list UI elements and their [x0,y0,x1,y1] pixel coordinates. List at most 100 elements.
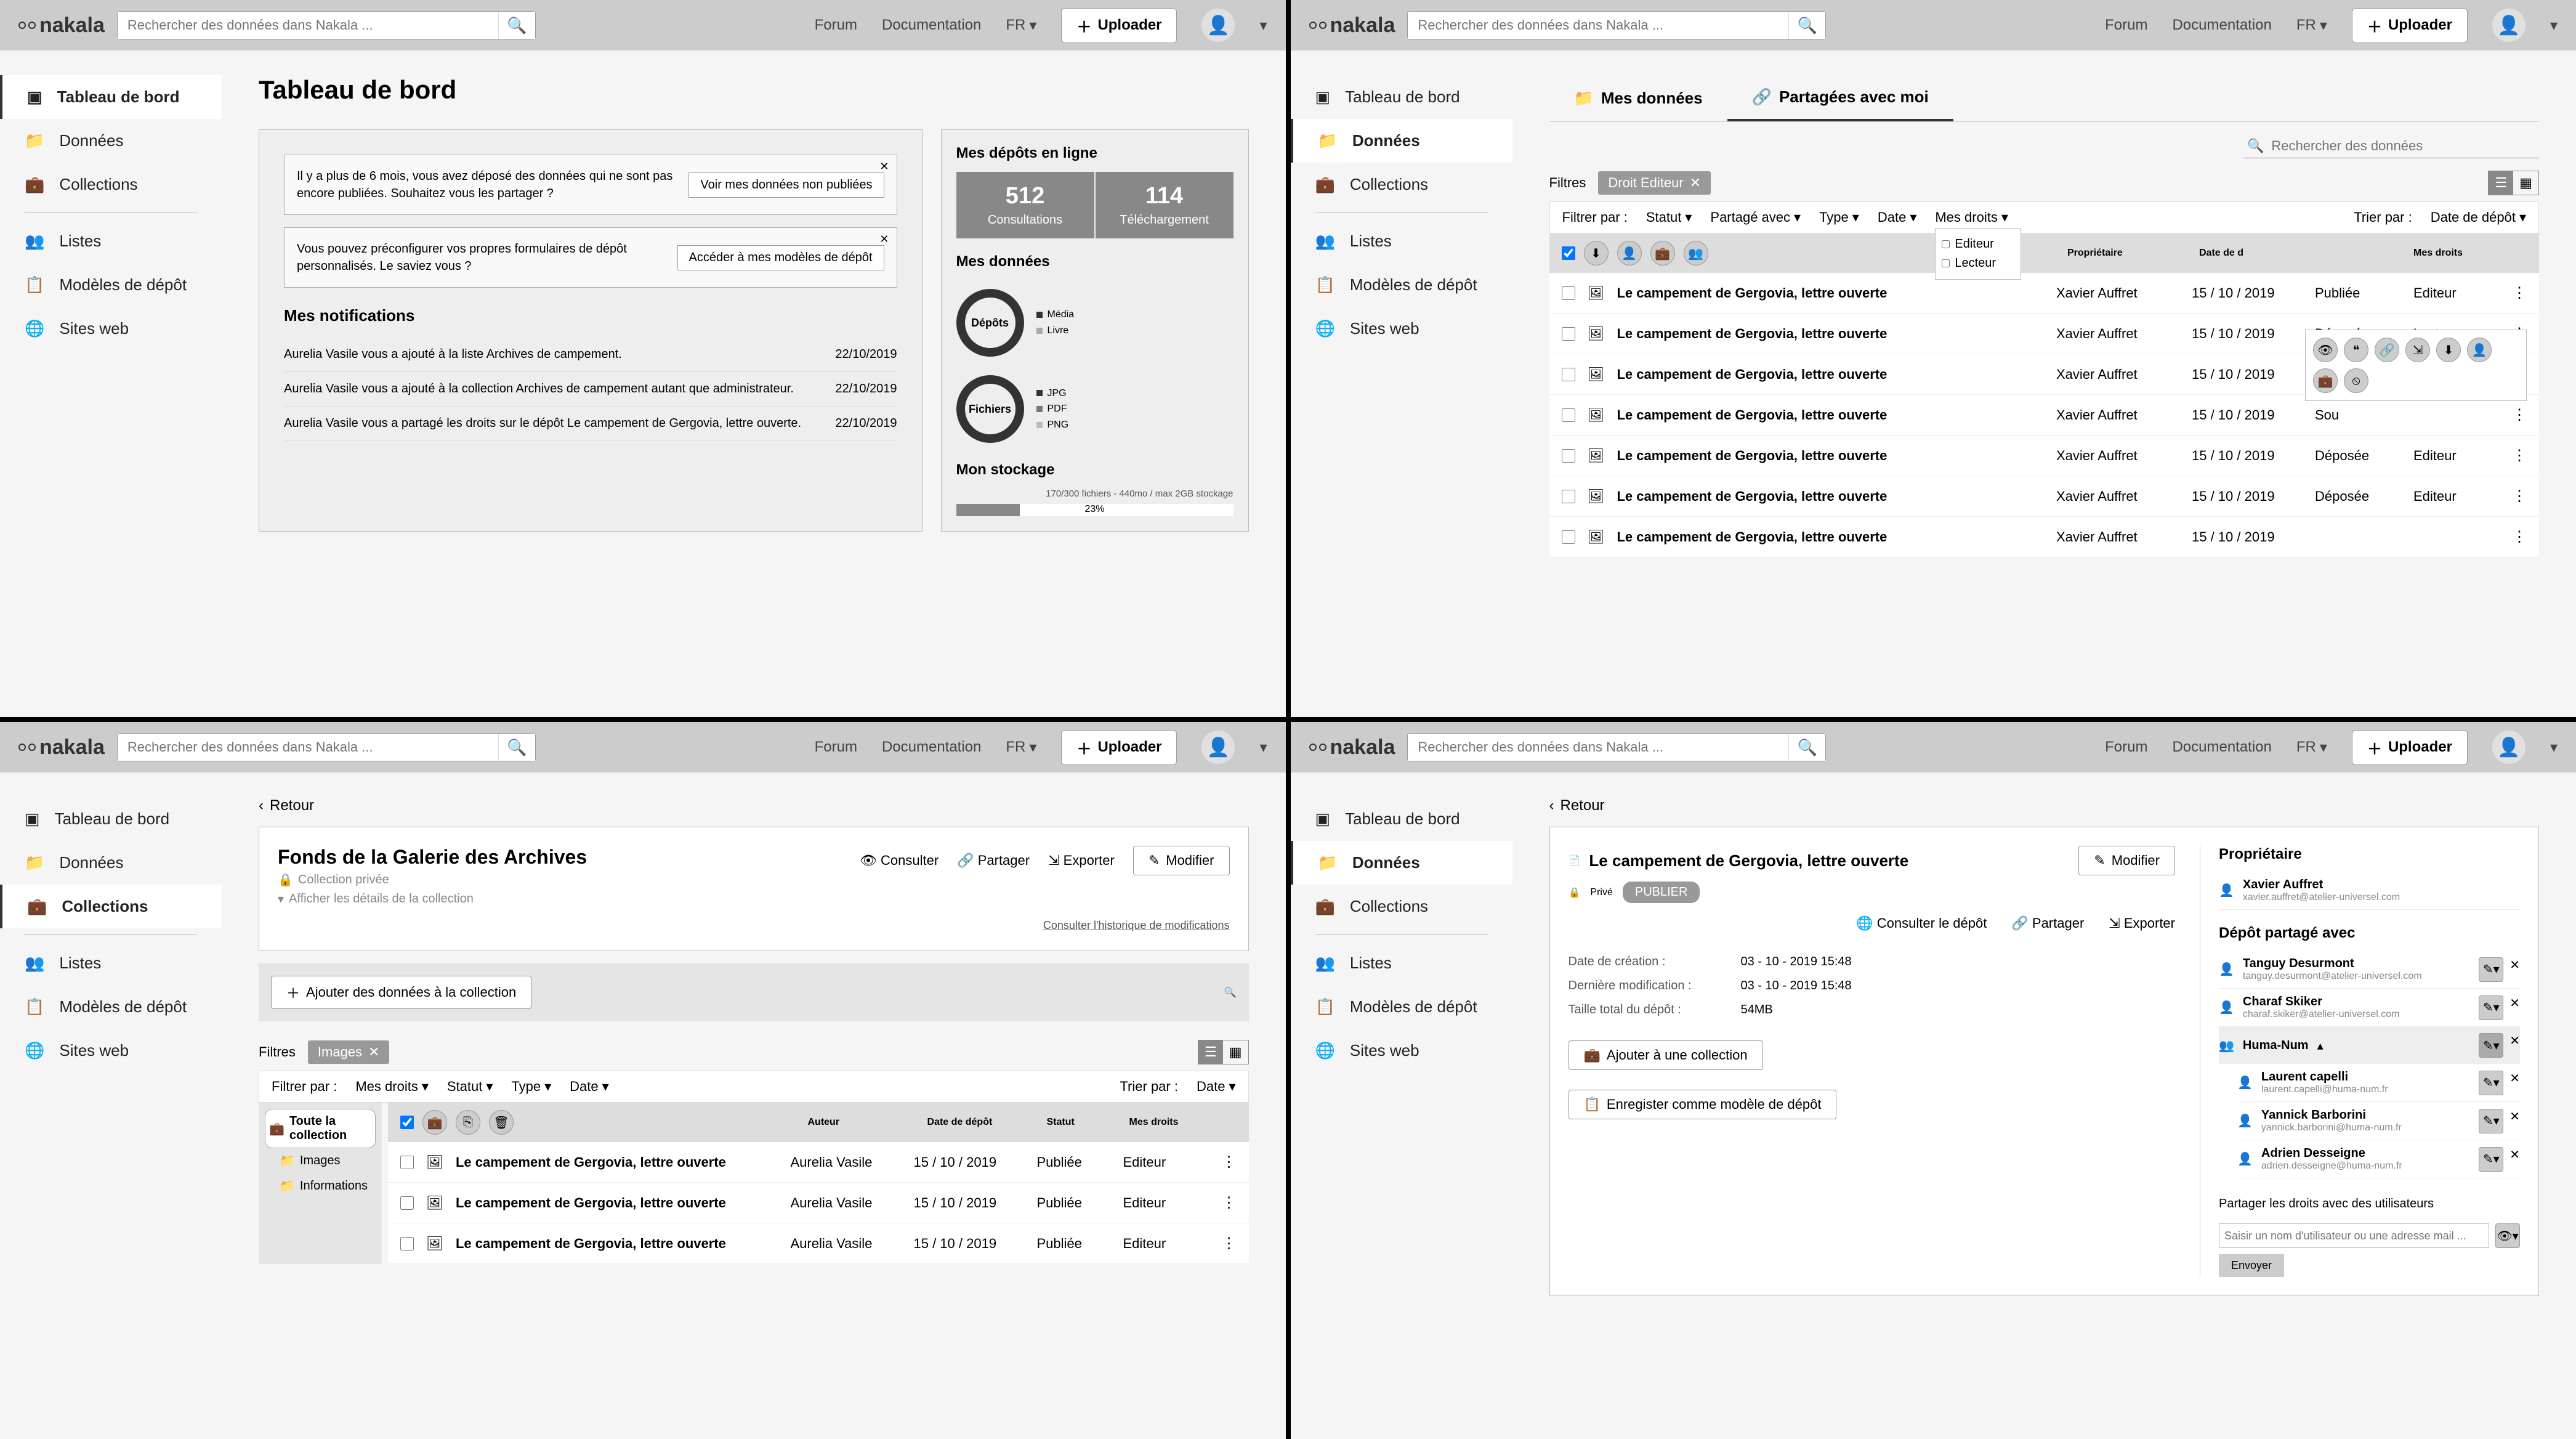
close-icon[interactable]: ✕ [2509,957,2520,982]
search-icon[interactable]: 🔍 [1788,734,1825,761]
language-selector[interactable]: FR▾ [2296,739,2327,756]
chevron-down-icon[interactable]: ▾ [2550,739,2558,756]
sidebar-item-templates[interactable]: 📋Modèles de dépôt [1291,263,1512,307]
sidebar-item-lists[interactable]: 👥Listes [1291,219,1512,263]
bulk-collection-icon[interactable]: 💼 [1650,241,1675,266]
row-checkbox[interactable] [1562,327,1575,341]
kebab-icon[interactable]: ⋮ [1222,1153,1237,1171]
share-icon[interactable]: 🔗 [2375,338,2399,362]
bulk-people-icon[interactable]: 👥 [1684,241,1708,266]
kebab-icon[interactable]: ⋮ [2512,447,2527,464]
filter-type[interactable]: Type ▾ [511,1079,551,1095]
user-avatar[interactable]: 👤 [1201,9,1235,42]
filter-chip[interactable]: Images✕ [308,1040,390,1064]
sidebar-item-lists[interactable]: 👥Listes [0,219,222,263]
select-all-checkbox[interactable] [1562,246,1575,260]
user-avatar[interactable]: 👤 [2492,9,2526,42]
global-search[interactable]: 🔍 [1407,733,1826,761]
close-icon[interactable]: ✕ [2509,1071,2520,1095]
sidebar-item-lists[interactable]: 👥Listes [1291,941,1512,985]
bulk-copy-icon[interactable]: ⎘ [456,1110,480,1135]
kebab-icon[interactable]: ⋮ [1222,1234,1237,1252]
publish-button[interactable]: PUBLIER [1623,882,1700,903]
sidebar-item-templates[interactable]: 📋Modèles de dépôt [0,985,222,1029]
table-row[interactable]: 🖼 Le campement de Gergovia, lettre ouver… [388,1183,1249,1223]
data-search-input[interactable] [2271,138,2535,154]
kebab-icon[interactable]: ⋮ [2512,284,2527,302]
group-row[interactable]: 👥 Huma-Num ▴ ✎▾ ✕ [2219,1027,2520,1064]
save-as-template-button[interactable]: 📋Enregister comme modèle de dépôt [1569,1090,1837,1119]
grid-view-icon[interactable]: ▦ [1223,1040,1248,1064]
role-button[interactable]: ✎▾ [2479,1033,2503,1058]
notification-item[interactable]: Aurelia Vasile vous a ajouté à la liste … [284,338,897,372]
filter-chip[interactable]: Droit Editeur✕ [1598,171,1711,195]
kebab-icon[interactable]: ⋮ [2512,528,2527,546]
user-icon[interactable]: 👤 [2467,338,2492,362]
filter-type[interactable]: Type ▾ [1819,209,1859,225]
action-share[interactable]: 🔗 Partager [957,853,1030,869]
user-avatar[interactable]: 👤 [1201,731,1235,764]
sidebar-item-collections[interactable]: 💼Collections [0,163,222,206]
select-all-checkbox[interactable] [400,1116,414,1129]
close-icon[interactable]: ✕ [879,233,889,246]
bulk-collection-icon[interactable]: 💼 [422,1110,447,1135]
data-search[interactable]: 🔍 [2243,134,2539,158]
action-export[interactable]: ⇲ Exporter [1048,853,1115,869]
collection-icon[interactable]: 💼 [2313,368,2338,393]
sidebar-item-collections[interactable]: 💼Collections [0,885,222,928]
view-toggle[interactable]: ☰▦ [1198,1040,1249,1064]
close-icon[interactable]: ✕ [2509,995,2520,1020]
edit-button[interactable]: ✎Modifier [1133,846,1230,875]
global-search[interactable]: 🔍 [1407,11,1826,39]
sort-field[interactable]: Date ▾ [1197,1079,1236,1095]
role-button[interactable]: ✎▾ [2479,957,2503,982]
brand-logo[interactable]: nakala [1309,736,1395,760]
view-unpublished-button[interactable]: Voir mes données non publiées [688,172,884,198]
back-link[interactable]: ‹Retour [259,797,1249,814]
table-row[interactable]: 🖼 Le campement de Gergovia, lettre ouver… [1549,436,2540,476]
filter-rights[interactable]: Mes droits ▾ Editeur Lecteur [1935,209,2008,225]
role-button[interactable]: ✎▾ [2479,1109,2503,1133]
search-icon[interactable]: 🔍 [1788,12,1825,39]
chevron-down-icon[interactable]: ▾ [2550,17,2558,34]
filter-shared[interactable]: Partagé avec ▾ [1710,209,1801,225]
sidebar-item-data[interactable]: 📁Données [1291,841,1512,885]
export-icon[interactable]: ⇲ [2405,338,2430,362]
search-icon[interactable]: 🔍 [1224,986,1237,999]
goto-templates-button[interactable]: Accéder à mes modèles de dépôt [677,245,884,270]
sidebar-item-templates[interactable]: 📋Modèles de dépôt [1291,985,1512,1029]
kebab-icon[interactable]: ⋮ [1222,1194,1237,1212]
brand-logo[interactable]: nakala [1309,14,1395,38]
role-button[interactable]: ✎▾ [2479,995,2503,1020]
row-checkbox[interactable] [1562,449,1575,463]
rights-option-editeur[interactable]: Editeur [1942,235,2014,254]
global-search[interactable]: 🔍 [117,11,536,39]
bulk-user-icon[interactable]: 👤 [1617,241,1642,266]
table-row[interactable]: 🖼 Le campement de Gergovia, lettre ouver… [1549,354,2540,395]
notification-item[interactable]: Aurelia Vasile vous a ajouté à la collec… [284,372,897,407]
close-icon[interactable]: ✕ [368,1044,379,1060]
quote-icon[interactable]: ❝ [2344,338,2368,362]
sidebar-item-dashboard[interactable]: ▣Tableau de bord [1291,75,1512,119]
list-view-icon[interactable]: ☰ [2489,171,2513,195]
filter-date[interactable]: Date ▾ [570,1079,609,1095]
kebab-icon[interactable]: ⋮ [2512,487,2527,505]
close-icon[interactable]: ✕ [879,160,889,173]
role-button[interactable]: ✎▾ [2479,1147,2503,1172]
sidebar-item-dashboard[interactable]: ▣Tableau de bord [0,797,222,841]
language-selector[interactable]: FR▾ [1006,739,1036,756]
view-toggle[interactable]: ☰▦ [2488,171,2539,195]
bulk-download-icon[interactable]: ⬇ [1584,241,1609,266]
user-avatar[interactable]: 👤 [2492,731,2526,764]
upload-button[interactable]: ＋Uploader [1061,730,1177,765]
row-checkbox[interactable] [1562,408,1575,422]
eye-icon[interactable]: 👁 [2313,338,2338,362]
tree-info[interactable]: 📁Informations [265,1173,376,1199]
upload-button[interactable]: ＋Uploader [2352,8,2468,43]
sidebar-item-templates[interactable]: 📋Modèles de dépôt [0,263,222,307]
rights-dropdown[interactable]: Editeur Lecteur [1935,228,2021,280]
action-view-deposit[interactable]: 🌐 Consulter le dépôt [1856,915,1987,931]
filter-status[interactable]: Statut ▾ [447,1079,493,1095]
search-icon[interactable]: 🔍 [498,734,535,761]
table-row[interactable]: 🖼 Le campement de Gergovia, lettre ouver… [1549,476,2540,517]
